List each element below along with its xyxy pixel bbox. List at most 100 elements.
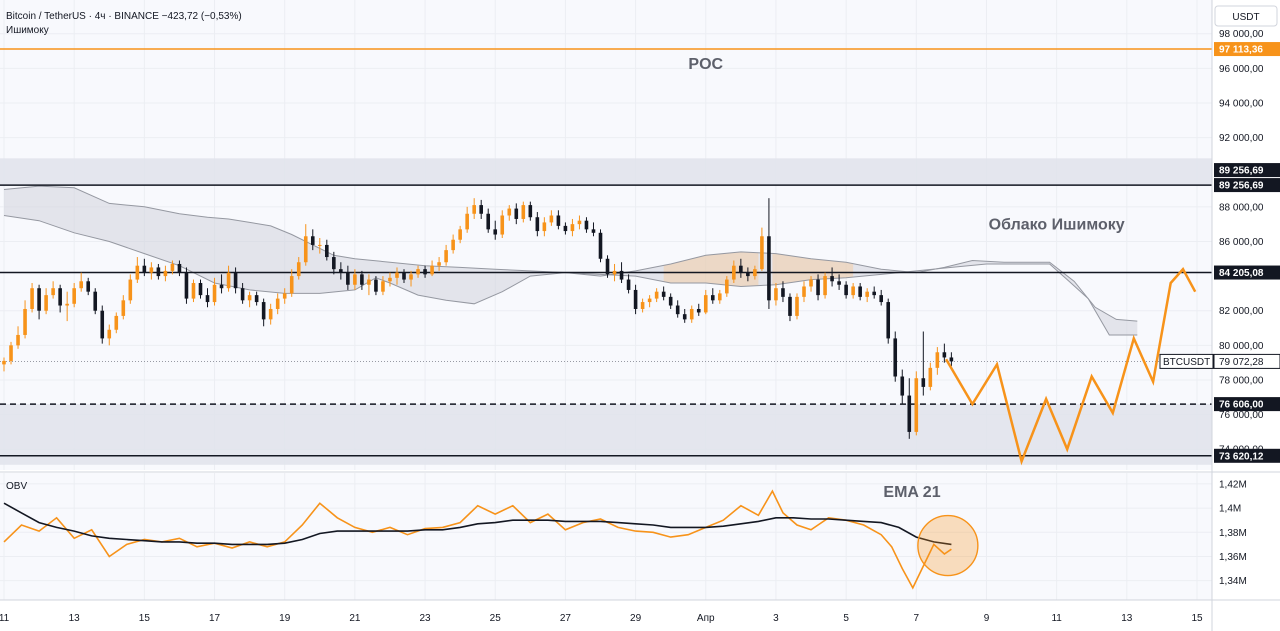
obv-tick: 1,34M: [1219, 576, 1247, 587]
time-tick: 21: [349, 613, 361, 624]
candle: [914, 371, 919, 436]
candle-body: [879, 295, 884, 303]
candle-body: [346, 272, 350, 285]
candle-body: [535, 217, 540, 232]
candle-body: [367, 279, 371, 285]
candle-body: [296, 262, 301, 277]
chart-legend: Bitcoin / TetherUS · 4ч · BINANCE −423,7…: [6, 10, 242, 38]
candle-body: [893, 338, 898, 377]
candle-body: [444, 250, 448, 263]
poc-line-tag-text: 97 113,36: [1219, 45, 1263, 56]
candle-body: [865, 291, 869, 297]
obv-tick: 1,4M: [1219, 504, 1241, 515]
candle-body: [79, 281, 83, 289]
candle-body: [268, 308, 273, 320]
candle-body: [51, 288, 55, 296]
candle-body: [226, 272, 231, 289]
candle-body: [289, 276, 294, 294]
chart-canvas[interactable]: POC Облако Ишимоку EMA 21 USDT 98 000,00 96 0…: [0, 0, 1280, 631]
symbol-name[interactable]: Bitcoin / TetherUS: [6, 11, 86, 22]
candle: [823, 272, 827, 299]
candle-body: [577, 220, 582, 225]
candle-body: [170, 263, 175, 271]
candle-body: [416, 269, 420, 275]
candle-body: [275, 298, 280, 309]
candle-body: [479, 205, 483, 214]
candle-body: [746, 272, 750, 277]
candle-body: [542, 222, 547, 232]
candle-body: [725, 279, 729, 294]
candle-body: [451, 239, 455, 251]
time-tick: 19: [279, 613, 291, 624]
time-tick: 15: [1191, 613, 1203, 624]
candle-body: [219, 284, 224, 289]
candle-body: [626, 279, 631, 290]
price-tick: 92 000,00: [1219, 133, 1264, 144]
poc-line-tag: 97 113,36: [1214, 42, 1280, 57]
time-tick: 11: [1051, 613, 1062, 624]
candle: [93, 288, 98, 315]
price-tick: 88 000,00: [1219, 202, 1264, 213]
interval[interactable]: 4ч: [95, 11, 106, 22]
candle-body: [184, 272, 189, 299]
candle-body: [760, 236, 764, 270]
candle-body: [619, 270, 624, 280]
candle-body: [163, 270, 168, 277]
ishimoku-cloud-label: Облако Ишимоку: [989, 216, 1125, 233]
pivot-line-tag: 84 205,08: [1214, 265, 1280, 280]
price-tick: 94 000,00: [1219, 98, 1264, 109]
symbol-info-row: Bitcoin / TetherUS · 4ч · BINANCE −423,7…: [6, 10, 242, 24]
candle-body: [949, 357, 954, 362]
time-tick: 15: [139, 613, 151, 624]
candle-body: [44, 295, 48, 311]
time-tick: 13: [69, 613, 81, 624]
candle-body: [325, 244, 329, 258]
candle-body: [282, 293, 287, 299]
candle-body: [65, 303, 69, 306]
candle: [886, 298, 891, 344]
candle-body: [753, 269, 757, 277]
candle-body: [914, 378, 919, 432]
obv-tick: 1,36M: [1219, 552, 1247, 563]
candle-body: [682, 314, 687, 320]
candle-body: [240, 288, 245, 301]
candle-body: [303, 236, 308, 263]
candle-body: [261, 302, 266, 320]
candle-body: [310, 236, 315, 245]
candle-body: [500, 215, 505, 235]
candle-body: [254, 295, 259, 303]
candle: [795, 293, 799, 320]
candle-body: [360, 274, 364, 285]
candle-body: [9, 345, 13, 361]
candle-body: [591, 229, 596, 233]
candle-body: [851, 286, 855, 296]
candle-body: [198, 283, 203, 296]
candle-body: [732, 265, 736, 280]
candle-body: [696, 308, 701, 313]
candle-body: [703, 295, 708, 313]
candle-body: [493, 229, 498, 235]
candle-body: [668, 296, 673, 306]
symbol-tag-text: BTCUSDT: [1163, 357, 1210, 368]
candle-body: [816, 279, 820, 296]
last-price-tag-text: 79 072,28: [1219, 357, 1264, 368]
candle: [893, 331, 898, 382]
candle-body: [935, 352, 940, 368]
candle-body: [423, 269, 427, 275]
ema21-label: EMA 21: [883, 484, 940, 501]
candle-body: [598, 232, 603, 259]
highlight-circle: [917, 514, 979, 577]
candle-body: [107, 329, 112, 339]
candle-body: [437, 262, 441, 266]
candle-body: [570, 224, 575, 232]
indicator-name[interactable]: Ишимоку: [6, 24, 242, 38]
exchange: BINANCE: [114, 11, 159, 22]
candle-body: [58, 288, 62, 306]
candle-body: [858, 286, 862, 297]
candle-body: [514, 208, 519, 219]
time-tick: 13: [1121, 613, 1133, 624]
obv-indicator-label[interactable]: OBV: [6, 481, 27, 492]
price-tick: 80 000,00: [1219, 341, 1264, 352]
candle-body: [767, 236, 771, 301]
time-tick: 7: [914, 613, 920, 624]
